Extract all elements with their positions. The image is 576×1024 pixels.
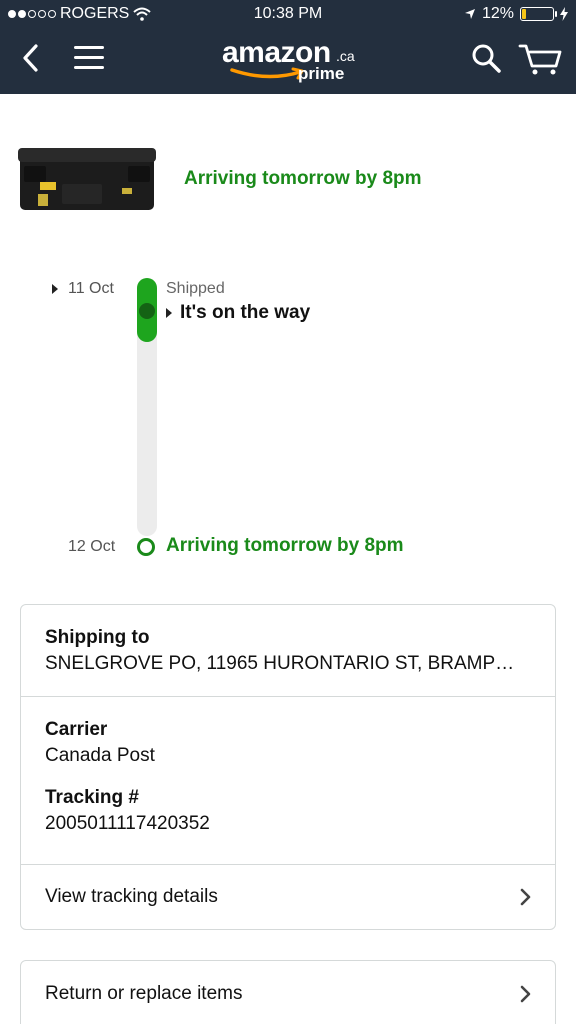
cart-icon[interactable] [518,40,562,76]
shipment-info-card: Shipping to SNELGROVE PO, 11965 HURONTAR… [20,604,556,930]
shipping-section: Shipping to SNELGROVE PO, 11965 HURONTAR… [21,605,555,697]
charging-bolt-icon [560,7,568,21]
carrier-name: Canada Post [45,745,155,766]
timeline-date-arriving: 12 Oct [68,538,116,555]
view-tracking-button[interactable]: View tracking details [21,865,555,929]
status-bar: ROGERS 10:38 PM 12% [0,0,576,30]
battery-icon [520,7,557,21]
chevron-right-icon [520,888,531,906]
timeline-event-detail[interactable]: It's on the way [166,302,310,324]
delivery-estimate: Arriving tomorrow by 8pm [184,168,422,189]
logo-domain: .ca [336,48,355,64]
timeline-end-marker [137,538,155,556]
return-replace-label: Return or replace items [45,983,243,1004]
shipping-label: Shipping to [45,627,150,648]
timeline-date-shipped: 11 Oct [68,280,114,297]
tracking-number: 2005011117420352 [45,813,210,834]
amazon-prime-logo[interactable]: amazon .ca prime [222,36,362,88]
expand-caret-icon [166,308,172,318]
battery-level [522,9,526,19]
location-arrow-icon [464,9,475,19]
tracking-label: Tracking # [45,787,139,808]
timeline-status-shipped: Shipped [166,280,225,297]
menu-icon[interactable] [74,46,104,70]
battery-percent: 12% [481,5,514,22]
product-image[interactable] [18,144,156,214]
carrier-label: Carrier [45,719,108,740]
back-icon[interactable] [18,42,46,74]
chevron-right-icon [520,985,531,1003]
status-right: 12% [464,5,568,23]
timeline-event-text: It's on the way [180,302,311,323]
carrier-section: Carrier Canada Post Tracking # 200501111… [21,697,555,865]
view-tracking-label: View tracking details [45,886,218,907]
expand-caret-icon[interactable] [52,284,58,294]
shipping-address: SNELGROVE PO, 11965 HURONTARIO ST, BRAMP… [45,653,535,674]
timeline-current-marker [139,303,155,319]
return-replace-button[interactable]: Return or replace items [20,960,556,1024]
logo-prime: prime [298,64,345,83]
search-icon[interactable] [470,42,502,74]
timeline-status-arriving: Arriving tomorrow by 8pm [166,535,404,556]
app-header: ROGERS 10:38 PM 12% amazon .ca prime [0,0,576,94]
